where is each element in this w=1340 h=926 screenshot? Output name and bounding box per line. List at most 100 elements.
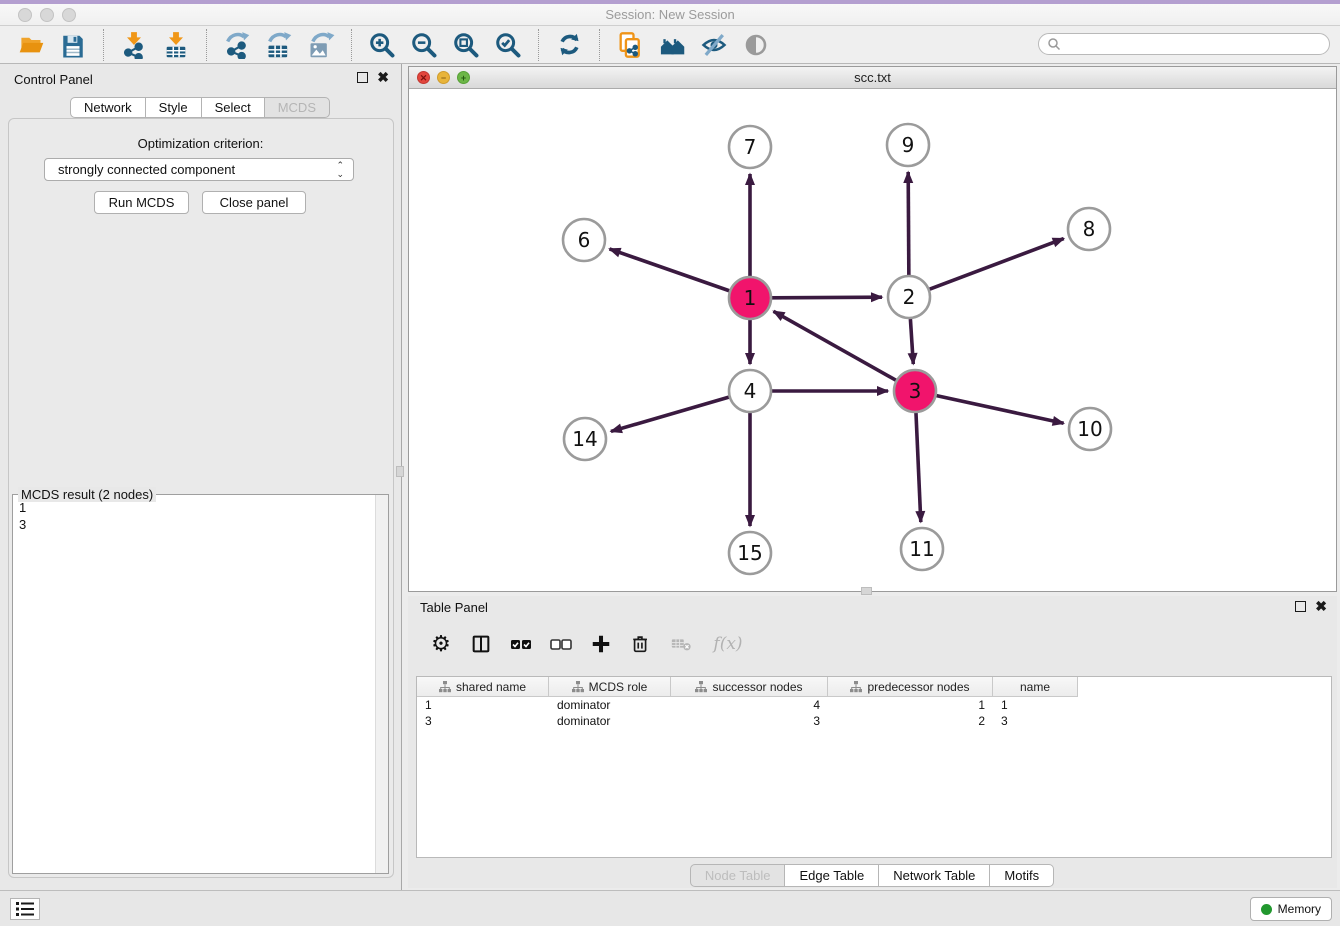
control-panel-title: Control Panel: [14, 72, 93, 87]
open-file-icon[interactable]: [14, 28, 48, 62]
home-icon[interactable]: [655, 28, 689, 62]
graph-node[interactable]: 8: [1068, 208, 1110, 250]
column-type-icon: [850, 681, 862, 693]
column-header-predecessor-nodes[interactable]: predecessor nodes: [828, 677, 993, 697]
search-input[interactable]: [1061, 35, 1329, 53]
graph-node[interactable]: 15: [729, 532, 771, 574]
export-table-icon[interactable]: [262, 28, 296, 62]
deselect-all-rows-icon[interactable]: [548, 631, 574, 657]
table-cell[interactable]: 1: [828, 697, 993, 713]
add-row-icon[interactable]: [588, 631, 614, 657]
delete-table-icon[interactable]: [668, 631, 694, 657]
memory-label: Memory: [1278, 902, 1321, 916]
optimization-criterion-select[interactable]: strongly connected component ⌃⌄: [44, 158, 354, 181]
table-cell[interactable]: dominator: [549, 697, 671, 713]
table-cell[interactable]: 3: [671, 713, 828, 729]
function-builder-icon[interactable]: f(x): [708, 631, 748, 657]
toolbar-separator: [538, 29, 539, 61]
network-view-window: ✕ − + scc.txt 7 9 6 8 1 2 4 3 14 10 15 11: [408, 66, 1337, 592]
style-preview-toggle-icon[interactable]: [697, 28, 731, 62]
toolbar-separator: [206, 29, 207, 61]
table-cell[interactable]: 3: [993, 713, 1078, 729]
export-network-icon[interactable]: [220, 28, 254, 62]
graph-edge[interactable]: [908, 172, 909, 275]
splitter-handle-vertical[interactable]: [396, 466, 404, 477]
delete-row-icon[interactable]: [628, 631, 654, 657]
graphics-details-icon[interactable]: [739, 28, 773, 62]
memory-button[interactable]: Memory: [1250, 897, 1332, 921]
graph-node-label: 3: [909, 379, 922, 403]
column-header-successor-nodes[interactable]: successor nodes: [671, 677, 828, 697]
graph-edge[interactable]: [609, 249, 729, 291]
zoom-fit-icon[interactable]: [449, 28, 483, 62]
export-image-icon[interactable]: [304, 28, 338, 62]
graph-edge[interactable]: [611, 397, 729, 431]
table-cell[interactable]: 1: [993, 697, 1078, 713]
tab-network-table[interactable]: Network Table: [878, 864, 990, 887]
mcds-result-list[interactable]: 1 3: [19, 499, 26, 533]
table-cell[interactable]: 3: [417, 713, 549, 729]
graph-node[interactable]: 3: [894, 370, 936, 412]
table-row[interactable]: 1dominator411: [417, 697, 1331, 713]
result-scrollbar[interactable]: [375, 495, 388, 873]
float-panel-icon[interactable]: [357, 72, 368, 83]
zoom-in-icon[interactable]: [365, 28, 399, 62]
zoom-out-icon[interactable]: [407, 28, 441, 62]
table-row[interactable]: 3dominator323: [417, 713, 1331, 729]
table-cell[interactable]: 2: [828, 713, 993, 729]
graph-node[interactable]: 6: [563, 219, 605, 261]
run-mcds-button[interactable]: Run MCDS: [94, 191, 189, 214]
import-table-icon[interactable]: [159, 28, 193, 62]
graph-node-label: 10: [1077, 417, 1102, 441]
graph-edge[interactable]: [774, 311, 896, 380]
tab-select[interactable]: Select: [201, 97, 265, 118]
task-history-button[interactable]: [10, 898, 40, 920]
graph-edge[interactable]: [936, 396, 1063, 424]
list-icon: [16, 902, 34, 916]
duplicate-network-icon[interactable]: [613, 28, 647, 62]
column-header-shared-name[interactable]: shared name: [417, 677, 549, 697]
split-columns-icon[interactable]: [468, 631, 494, 657]
close-panel-icon[interactable]: ✖: [377, 72, 389, 83]
status-bar: Memory: [0, 890, 1340, 926]
select-stepper-icon: ⌃⌄: [336, 161, 344, 179]
search-field[interactable]: [1038, 33, 1330, 55]
apply-layout-icon[interactable]: [552, 28, 586, 62]
close-panel-button[interactable]: Close panel: [202, 191, 306, 214]
save-session-icon[interactable]: [56, 28, 90, 62]
graph-edge[interactable]: [930, 239, 1064, 290]
graph-edge[interactable]: [910, 319, 913, 364]
float-panel-icon[interactable]: [1295, 601, 1306, 612]
table-toolbar: ⚙ f(x): [416, 624, 748, 664]
graph-node[interactable]: 7: [729, 126, 771, 168]
table-cell[interactable]: 4: [671, 697, 828, 713]
graph-node[interactable]: 4: [729, 370, 771, 412]
toolbar-separator: [599, 29, 600, 61]
network-window-titlebar[interactable]: ✕ − + scc.txt: [409, 67, 1336, 89]
column-header-name[interactable]: name: [993, 677, 1078, 697]
column-header-mcds-role[interactable]: MCDS role: [549, 677, 671, 697]
table-cell[interactable]: dominator: [549, 713, 671, 729]
graph-edge[interactable]: [772, 297, 882, 298]
table-settings-icon[interactable]: ⚙: [428, 631, 454, 657]
graph-node[interactable]: 10: [1069, 408, 1111, 450]
graph-edge[interactable]: [916, 413, 921, 522]
graph-node[interactable]: 2: [888, 276, 930, 318]
close-panel-icon[interactable]: ✖: [1315, 601, 1327, 612]
import-network-icon[interactable]: [117, 28, 151, 62]
tab-network[interactable]: Network: [70, 97, 146, 118]
network-canvas[interactable]: 7 9 6 8 1 2 4 3 14 10 15 11: [409, 89, 1336, 591]
tab-style[interactable]: Style: [145, 97, 202, 118]
tab-motifs[interactable]: Motifs: [989, 864, 1054, 887]
table-cell[interactable]: 1: [417, 697, 549, 713]
graph-node[interactable]: 14: [564, 418, 606, 460]
select-all-rows-icon[interactable]: [508, 631, 534, 657]
graph-node[interactable]: 11: [901, 528, 943, 570]
tab-mcds[interactable]: MCDS: [264, 97, 330, 118]
tab-edge-table[interactable]: Edge Table: [784, 864, 879, 887]
tab-node-table[interactable]: Node Table: [690, 864, 786, 887]
graph-node[interactable]: 1: [729, 277, 771, 319]
graph-node[interactable]: 9: [887, 124, 929, 166]
splitter-handle-horizontal[interactable]: [861, 587, 872, 595]
zoom-selected-icon[interactable]: [491, 28, 525, 62]
